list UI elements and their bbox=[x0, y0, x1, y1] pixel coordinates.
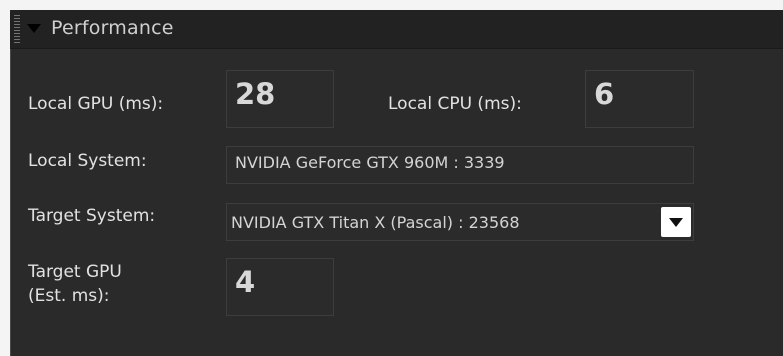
local-cpu-value-box: 6 bbox=[585, 70, 694, 128]
local-cpu-label: Local CPU (ms): bbox=[388, 94, 522, 114]
grip-handle-icon[interactable] bbox=[14, 15, 20, 43]
target-system-label: Target System: bbox=[28, 206, 156, 226]
performance-panel: Performance Local GPU (ms): 28 Local CPU… bbox=[10, 10, 783, 356]
target-system-dropdown[interactable]: NVIDIA GTX Titan X (Pascal) : 23568 bbox=[226, 203, 694, 241]
collapse-triangle-icon[interactable] bbox=[27, 24, 41, 33]
target-gpu-value-box: 4 bbox=[226, 258, 334, 316]
local-gpu-value-box: 28 bbox=[226, 70, 334, 128]
panel-title: Performance bbox=[51, 17, 174, 39]
target-system-dropdown-button[interactable] bbox=[661, 207, 691, 237]
panel-header[interactable]: Performance bbox=[10, 10, 783, 49]
local-cpu-value: 6 bbox=[594, 77, 615, 111]
target-gpu-label-line2: (Est. ms): bbox=[28, 286, 110, 306]
screen-background: Performance Local GPU (ms): 28 Local CPU… bbox=[0, 0, 783, 356]
target-system-selected-value: NVIDIA GTX Titan X (Pascal) : 23568 bbox=[231, 213, 520, 232]
local-gpu-label: Local GPU (ms): bbox=[28, 94, 164, 114]
local-system-value: NVIDIA GeForce GTX 960M : 3339 bbox=[235, 153, 505, 172]
chevron-down-icon bbox=[669, 218, 683, 227]
local-gpu-value: 28 bbox=[235, 77, 276, 111]
panel-left-border bbox=[10, 49, 11, 356]
local-system-label: Local System: bbox=[28, 151, 147, 171]
target-gpu-label-line1: Target GPU bbox=[28, 262, 122, 282]
local-system-field: NVIDIA GeForce GTX 960M : 3339 bbox=[226, 146, 694, 184]
target-gpu-value: 4 bbox=[235, 265, 256, 299]
